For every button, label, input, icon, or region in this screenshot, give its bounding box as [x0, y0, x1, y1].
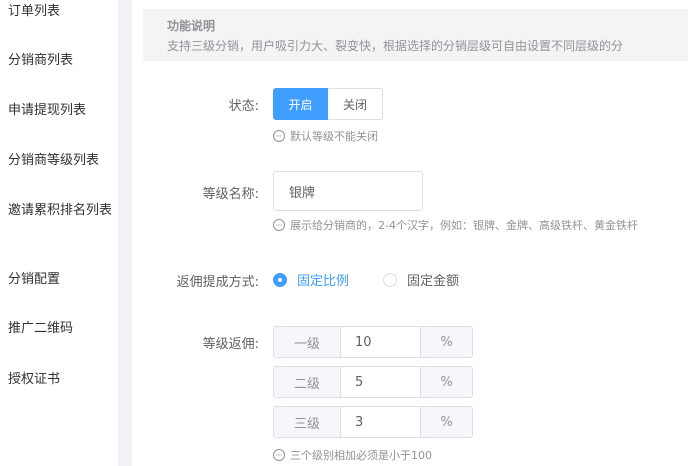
radio-unchecked-icon	[383, 272, 397, 287]
level-2-input[interactable]: 5	[341, 366, 420, 398]
radio-checked-icon	[273, 272, 287, 287]
level-commission-hint-text: 三个级别相加必须是小于100	[290, 449, 432, 462]
level-row-3: 三级 3 %	[273, 406, 473, 438]
level-1-input[interactable]: 10	[341, 326, 420, 358]
level-row-2: 二级 5 %	[273, 366, 473, 398]
level-3-input[interactable]: 3	[341, 406, 420, 438]
sidebar-item-orders[interactable]: 订单列表	[8, 2, 112, 22]
comment-icon	[273, 219, 285, 231]
status-toggle-group: 开启 关闭	[273, 88, 383, 120]
sidebar-item-distributors[interactable]: 分销商列表	[8, 51, 112, 71]
sidebar-item-distribution-config[interactable]: 分销配置	[8, 270, 112, 290]
notice-description: 支持三级分销，用户吸引力大、裂变快，根据选择的分销层级可自由设置不同层级的分	[167, 39, 624, 53]
level-2-unit: %	[420, 366, 473, 398]
level-3-unit: %	[420, 406, 473, 438]
level-name-hint-text: 展示给分销商的，2-4个汉字，例如：银牌、金牌、高级铁杆、黄金铁杆	[290, 219, 638, 232]
feature-notice: 功能说明 支持三级分销，用户吸引力大、裂变快，根据选择的分销层级可自由设置不同层…	[143, 9, 688, 61]
level-commission-label: 等级返佣:	[202, 337, 259, 352]
sidebar-item-license[interactable]: 授权证书	[8, 370, 112, 390]
sidebar-item-withdrawals[interactable]: 申请提现列表	[8, 101, 112, 121]
level-name-hint: 展示给分销商的，2-4个汉字，例如：银牌、金牌、高级铁杆、黄金铁杆	[273, 217, 638, 233]
level-row-1: 一级 10 %	[273, 326, 473, 358]
sidebar-item-distributor-levels[interactable]: 分销商等级列表	[8, 151, 112, 171]
radio-fixed-ratio-label: 固定比例	[297, 274, 350, 289]
sidebar: 订单列表 分销商列表 申请提现列表 分销商等级列表 邀请累积排名列表 分销配置 …	[0, 0, 118, 466]
status-hint: 默认等级不能关闭	[273, 128, 378, 144]
radio-fixed-amount[interactable]: 固定金额	[383, 270, 459, 289]
commission-mode-label: 返佣提成方式:	[176, 275, 259, 290]
radio-fixed-amount-label: 固定金额	[407, 274, 460, 289]
level-commission-hint: 三个级别相加必须是小于100	[273, 447, 432, 463]
status-label: 状态:	[228, 99, 259, 114]
status-on-button[interactable]: 开启	[273, 88, 328, 120]
main-content: 功能说明 支持三级分销，用户吸引力大、裂变快，根据选择的分销层级可自由设置不同层…	[132, 0, 688, 466]
level-1-unit: %	[420, 326, 473, 358]
sidebar-item-promo-qrcode[interactable]: 推广二维码	[8, 319, 112, 339]
level-2-prefix: 二级	[273, 366, 341, 398]
comment-icon	[273, 449, 285, 461]
status-hint-text: 默认等级不能关闭	[290, 130, 378, 143]
notice-title: 功能说明	[167, 19, 216, 33]
level-1-prefix: 一级	[273, 326, 341, 358]
sidebar-item-invite-ranking[interactable]: 邀请累积排名列表	[8, 201, 112, 221]
content-divider	[118, 0, 132, 466]
level-name-label: 等级名称:	[202, 187, 259, 202]
radio-fixed-ratio[interactable]: 固定比例	[273, 270, 349, 289]
level-3-prefix: 三级	[273, 406, 341, 438]
level-name-input[interactable]: 银牌	[273, 171, 423, 211]
comment-icon	[273, 130, 285, 142]
status-off-button[interactable]: 关闭	[328, 88, 383, 120]
